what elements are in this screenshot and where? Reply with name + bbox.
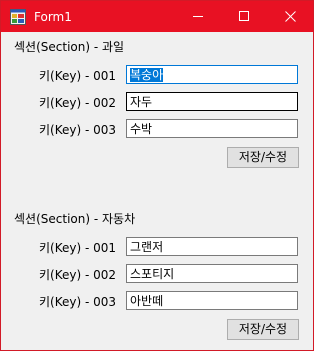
title-bar[interactable]: Form1 xyxy=(1,1,313,32)
key-label-001: 키(Key) - 001 xyxy=(38,69,116,83)
save-button-fruit[interactable]: 저장/수정 xyxy=(227,147,299,168)
minimize-button[interactable] xyxy=(175,1,221,32)
value-input-car-001[interactable]: 그랜저 xyxy=(126,237,298,256)
key-label-002: 키(Key) - 002 xyxy=(38,96,116,110)
form1-window: Form1 섹션(Section) - 과일 키(Key) - 001 복숭아 … xyxy=(0,0,314,351)
maximize-button[interactable] xyxy=(221,1,267,32)
close-button[interactable] xyxy=(267,1,313,32)
value-input-fruit-003[interactable]: 수박 xyxy=(126,119,298,138)
key-label-001: 키(Key) - 001 xyxy=(38,241,116,255)
save-button-car[interactable]: 저장/수정 xyxy=(227,319,299,340)
minimize-icon xyxy=(193,16,203,17)
key-label-003: 키(Key) - 003 xyxy=(38,123,116,137)
value-input-fruit-002[interactable]: 자두 xyxy=(126,92,298,111)
window-title: Form1 xyxy=(34,10,72,24)
value-input-car-002[interactable]: 스포티지 xyxy=(126,264,298,283)
value-input-fruit-001[interactable]: 복숭아 xyxy=(126,65,298,84)
section-title-car: 섹션(Section) - 자동차 xyxy=(14,212,136,226)
key-label-003: 키(Key) - 003 xyxy=(38,295,116,309)
value-input-car-003[interactable]: 아반떼 xyxy=(126,291,298,310)
close-icon xyxy=(285,11,296,22)
maximize-icon xyxy=(239,11,249,21)
section-title-fruit: 섹션(Section) - 과일 xyxy=(14,40,125,54)
key-label-002: 키(Key) - 002 xyxy=(38,268,116,282)
app-icon[interactable] xyxy=(10,9,26,25)
